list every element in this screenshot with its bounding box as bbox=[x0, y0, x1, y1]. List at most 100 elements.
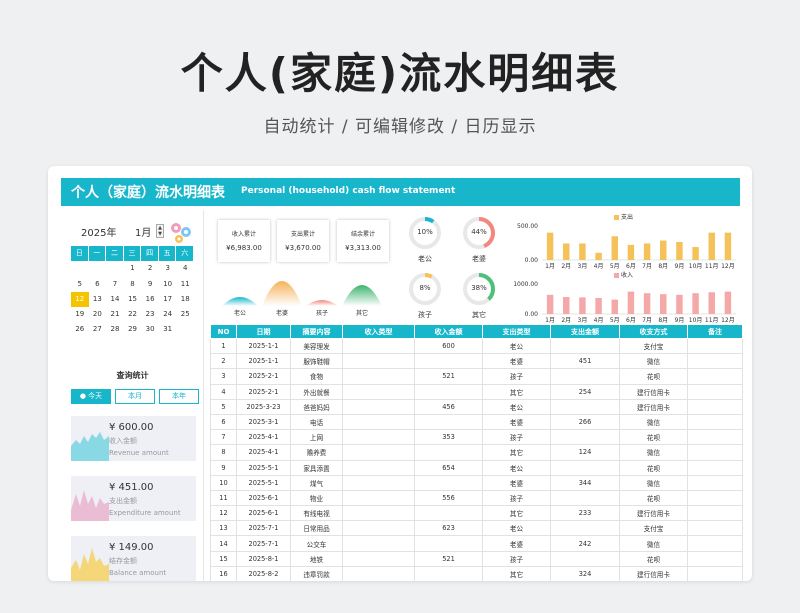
table-cell[interactable]: 食物 bbox=[290, 368, 343, 385]
table-cell[interactable]: 花呗 bbox=[619, 489, 688, 507]
table-cell[interactable] bbox=[342, 489, 415, 507]
table-cell[interactable]: 花呗 bbox=[619, 459, 688, 476]
table-cell[interactable]: 600 bbox=[414, 337, 483, 355]
table-cell[interactable] bbox=[687, 535, 743, 552]
table-cell[interactable]: 花呗 bbox=[619, 368, 688, 385]
calendar-day[interactable]: 12 bbox=[71, 291, 89, 308]
table-cell[interactable]: 2025-5-1 bbox=[236, 459, 291, 476]
table-cell[interactable] bbox=[687, 413, 743, 431]
calendar-day[interactable]: 7 bbox=[106, 277, 124, 292]
table-cell[interactable] bbox=[550, 337, 620, 355]
table-cell[interactable] bbox=[342, 429, 415, 446]
table-cell[interactable]: 其它 bbox=[482, 444, 551, 461]
table-cell[interactable]: 2025-5-1 bbox=[236, 474, 291, 491]
table-cell[interactable] bbox=[342, 535, 415, 552]
table-cell[interactable]: 5 bbox=[210, 398, 237, 415]
column-header[interactable]: 摘要内容 bbox=[290, 324, 343, 339]
calendar-day[interactable]: 26 bbox=[71, 322, 89, 337]
calendar-day[interactable]: 20 bbox=[89, 307, 107, 322]
table-cell[interactable]: 地铁 bbox=[290, 550, 343, 567]
table-cell[interactable]: 老公 bbox=[482, 459, 551, 476]
table-cell[interactable] bbox=[414, 444, 483, 461]
calendar-day[interactable]: 30 bbox=[141, 322, 159, 337]
table-cell[interactable]: 其它 bbox=[482, 383, 551, 400]
table-cell[interactable]: 支付宝 bbox=[619, 337, 688, 355]
table-cell[interactable]: 2025-1-1 bbox=[236, 337, 291, 355]
table-cell[interactable]: 7 bbox=[210, 429, 237, 446]
table-cell[interactable]: 电话 bbox=[290, 413, 343, 431]
table-cell[interactable]: 2025-8-1 bbox=[236, 550, 291, 567]
table-cell[interactable]: 654 bbox=[414, 459, 483, 476]
table-cell[interactable]: 其它 bbox=[482, 505, 551, 522]
calendar-day[interactable]: 22 bbox=[124, 307, 142, 322]
table-cell[interactable]: 2025-4-1 bbox=[236, 429, 291, 446]
table-cell[interactable]: 556 bbox=[414, 489, 483, 507]
calendar-day[interactable]: 3 bbox=[159, 261, 177, 276]
table-cell[interactable]: 254 bbox=[550, 383, 620, 400]
table-cell[interactable]: 老婆 bbox=[482, 353, 551, 370]
table-cell[interactable]: 344 bbox=[550, 474, 620, 491]
table-cell[interactable]: 微信 bbox=[619, 353, 688, 370]
calendar-day[interactable]: 10 bbox=[159, 277, 177, 292]
table-cell[interactable] bbox=[687, 383, 743, 400]
calendar-day[interactable]: 19 bbox=[71, 307, 89, 322]
table-cell[interactable]: 266 bbox=[550, 413, 620, 431]
table-cell[interactable] bbox=[342, 459, 415, 476]
table-cell[interactable] bbox=[687, 398, 743, 415]
table-cell[interactable]: 日常用品 bbox=[290, 520, 343, 537]
table-cell[interactable] bbox=[414, 353, 483, 370]
calendar-day[interactable]: 15 bbox=[124, 292, 142, 307]
table-cell[interactable]: 242 bbox=[550, 535, 620, 552]
table-cell[interactable]: 2025-4-1 bbox=[236, 444, 291, 461]
table-cell[interactable]: 2025-3-23 bbox=[236, 398, 291, 415]
column-header[interactable]: 支出金额 bbox=[550, 324, 620, 339]
table-cell[interactable]: 623 bbox=[414, 520, 483, 537]
table-cell[interactable]: 2025-6-1 bbox=[236, 489, 291, 507]
table-cell[interactable]: 2025-2-1 bbox=[236, 368, 291, 385]
table-cell[interactable]: 6 bbox=[210, 413, 237, 431]
column-header[interactable]: 日期 bbox=[236, 324, 291, 339]
table-cell[interactable]: 老公 bbox=[482, 337, 551, 355]
column-header[interactable]: 支出类型 bbox=[482, 324, 551, 339]
table-cell[interactable] bbox=[687, 489, 743, 507]
table-cell[interactable]: 建行信用卡 bbox=[619, 398, 688, 415]
table-cell[interactable] bbox=[687, 459, 743, 476]
table-cell[interactable] bbox=[550, 550, 620, 567]
table-cell[interactable] bbox=[687, 444, 743, 461]
calendar-day[interactable]: 24 bbox=[159, 307, 177, 322]
table-cell[interactable]: 13 bbox=[210, 520, 237, 537]
table-cell[interactable] bbox=[687, 353, 743, 370]
table-cell[interactable]: 老婆 bbox=[482, 474, 551, 491]
column-header[interactable]: 收入金额 bbox=[414, 324, 483, 339]
table-cell[interactable] bbox=[342, 383, 415, 400]
table-cell[interactable] bbox=[342, 474, 415, 491]
table-cell[interactable]: 孩子 bbox=[482, 489, 551, 507]
table-cell[interactable]: 14 bbox=[210, 535, 237, 552]
column-header[interactable]: 收入类型 bbox=[342, 324, 415, 339]
table-cell[interactable]: 10 bbox=[210, 474, 237, 491]
table-cell[interactable]: 微信 bbox=[619, 535, 688, 552]
table-cell[interactable]: 美容理发 bbox=[290, 337, 343, 355]
table-cell[interactable] bbox=[342, 398, 415, 415]
table-cell[interactable] bbox=[342, 337, 415, 355]
table-cell[interactable] bbox=[342, 368, 415, 385]
this-month-button[interactable]: 本月 bbox=[115, 389, 155, 404]
calendar-day[interactable]: 25 bbox=[176, 307, 194, 322]
calendar-day[interactable]: 6 bbox=[89, 277, 107, 292]
table-cell[interactable]: 违章罚款 bbox=[290, 565, 343, 581]
calendar-year[interactable]: 2025年 bbox=[81, 224, 116, 239]
table-cell[interactable] bbox=[550, 429, 620, 446]
calendar-day[interactable]: 2 bbox=[141, 261, 159, 276]
table-cell[interactable] bbox=[414, 413, 483, 431]
table-cell[interactable]: 2025-7-1 bbox=[236, 520, 291, 537]
table-cell[interactable]: 451 bbox=[550, 353, 620, 370]
table-cell[interactable] bbox=[687, 429, 743, 446]
table-cell[interactable]: 521 bbox=[414, 550, 483, 567]
calendar-day[interactable]: 5 bbox=[71, 277, 89, 292]
table-cell[interactable]: 2025-7-1 bbox=[236, 535, 291, 552]
table-cell[interactable]: 9 bbox=[210, 459, 237, 476]
table-cell[interactable]: 15 bbox=[210, 550, 237, 567]
table-cell[interactable]: 家具添置 bbox=[290, 459, 343, 476]
table-cell[interactable] bbox=[414, 535, 483, 552]
calendar-day[interactable]: 8 bbox=[124, 277, 142, 292]
